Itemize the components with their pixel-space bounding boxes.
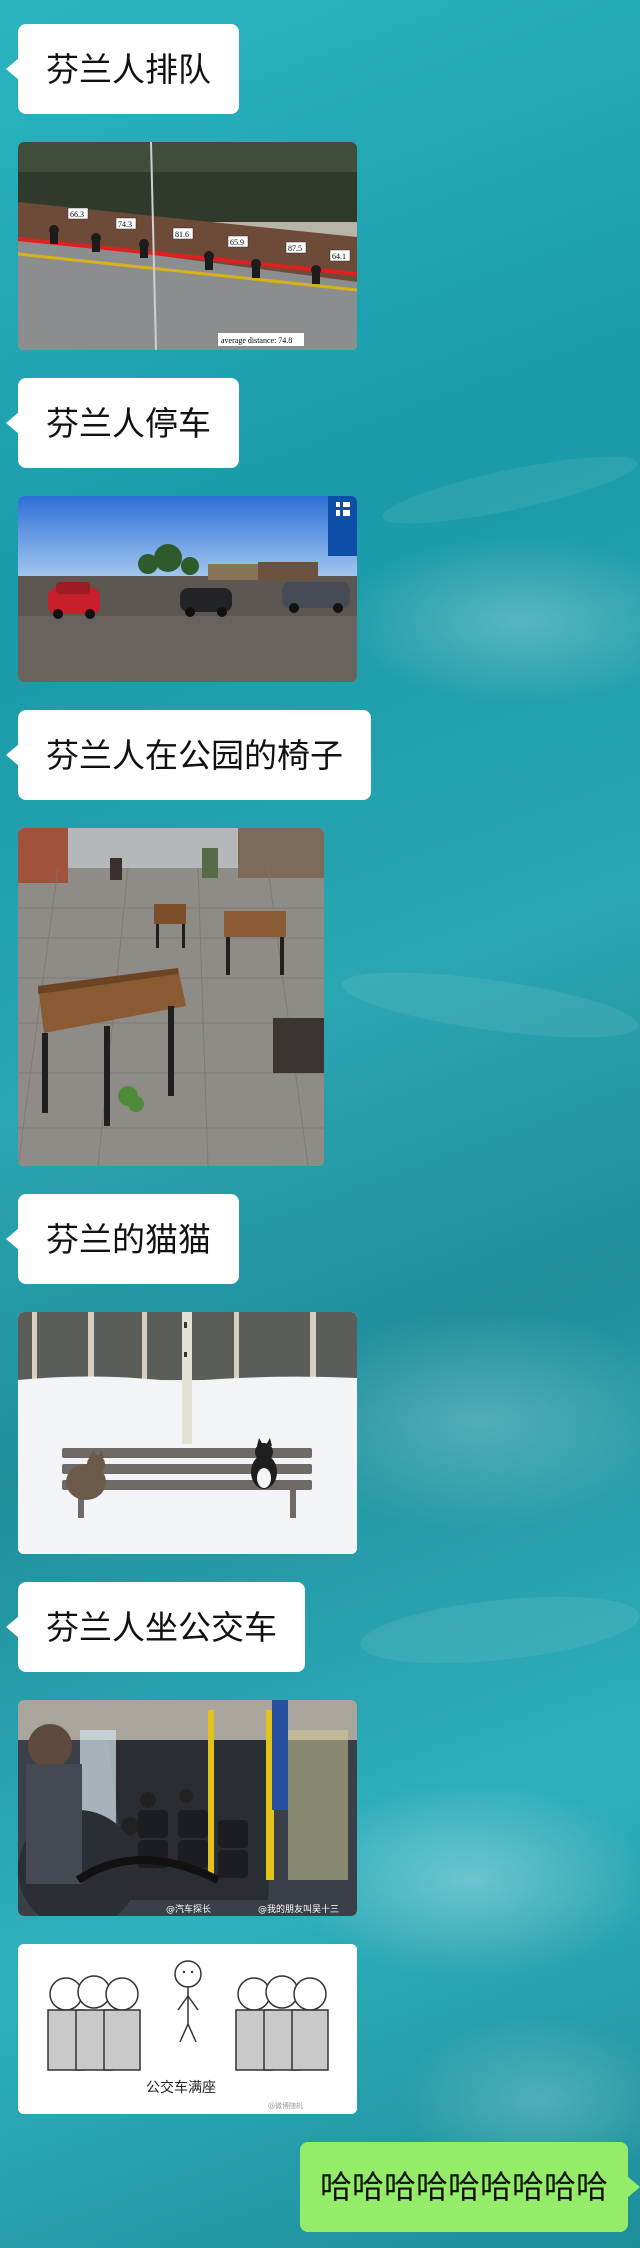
message-text: 芬兰人排队 bbox=[46, 49, 211, 89]
parking-photo bbox=[18, 496, 357, 682]
message-text: 哈哈哈哈哈哈哈哈哈 bbox=[319, 2168, 608, 2206]
bus-photo: @汽车探长 @我的朋友叫吴十三 bbox=[18, 1700, 357, 1916]
image-message-cartoon[interactable]: 公交车满座 @微博随机 bbox=[18, 1944, 357, 2114]
message-bubble-cats-title[interactable]: 芬兰的猫猫 bbox=[6, 1194, 239, 1284]
message-bubble-queue-title[interactable]: 芬兰人排队 bbox=[6, 24, 239, 114]
image-message-bus[interactable]: @汽车探长 @我的朋友叫吴十三 bbox=[18, 1700, 357, 1916]
distance-label: 64.1 bbox=[332, 252, 346, 261]
image-message-benches[interactable] bbox=[18, 828, 324, 1166]
water-highlight bbox=[337, 959, 640, 1051]
message-text: 芬兰人停车 bbox=[46, 403, 211, 443]
cartoon-image: 公交车满座 @微博随机 bbox=[18, 1944, 357, 2114]
queue-photo: 66.3 74.3 81.6 65.9 87.5 64.1 average di… bbox=[18, 142, 357, 350]
message-bubble-laugh[interactable]: 哈哈哈哈哈哈哈哈哈 bbox=[299, 2142, 640, 2232]
distance-label: 81.6 bbox=[175, 230, 189, 239]
watermark-right: @我的朋友叫吴十三 bbox=[258, 1903, 339, 1915]
message-bubble-bus-title[interactable]: 芬兰人坐公交车 bbox=[6, 1582, 305, 1672]
message-bubble-benches-title[interactable]: 芬兰人在公园的椅子 bbox=[6, 710, 371, 800]
distance-label: 65.9 bbox=[230, 238, 244, 247]
cats-photo bbox=[18, 1312, 357, 1554]
message-text: 芬兰的猫猫 bbox=[46, 1219, 211, 1259]
image-message-cats[interactable] bbox=[18, 1312, 357, 1554]
message-text: 芬兰人坐公交车 bbox=[46, 1607, 277, 1647]
distance-label: 74.3 bbox=[118, 220, 132, 229]
distance-label: 66.3 bbox=[70, 210, 84, 219]
benches-photo bbox=[18, 828, 324, 1166]
watermark-left: @汽车探长 bbox=[166, 1903, 211, 1915]
water-highlight bbox=[378, 443, 640, 537]
image-message-queue[interactable]: 66.3 74.3 81.6 65.9 87.5 64.1 average di… bbox=[18, 142, 357, 350]
message-text: 芬兰人在公园的椅子 bbox=[46, 735, 343, 775]
distance-label: 87.5 bbox=[288, 244, 302, 253]
water-highlight bbox=[357, 1585, 640, 1675]
cartoon-caption: 公交车满座 bbox=[146, 2079, 216, 2096]
cartoon-watermark: @微博随机 bbox=[268, 2101, 303, 2110]
image-message-parking[interactable] bbox=[18, 496, 357, 682]
average-distance-label: average distance: 74.8 bbox=[221, 336, 292, 345]
message-bubble-parking-title[interactable]: 芬兰人停车 bbox=[6, 378, 239, 468]
